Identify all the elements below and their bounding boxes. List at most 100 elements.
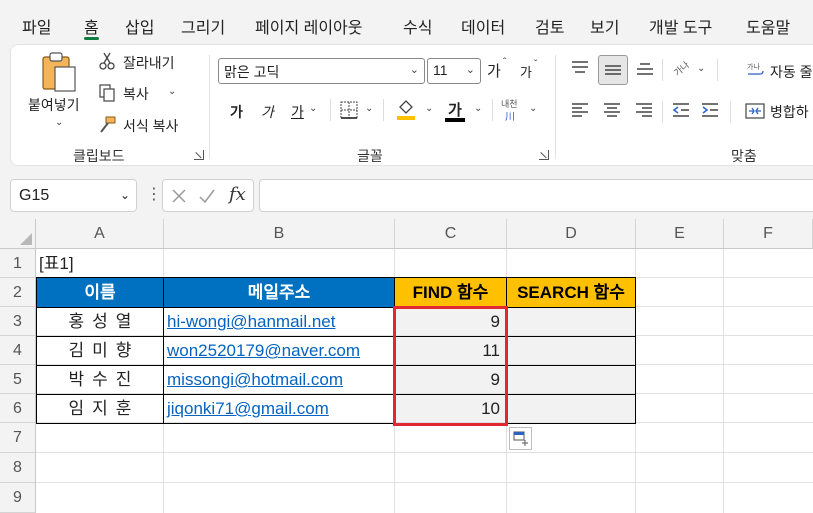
cell-name[interactable]: 홍성열 <box>37 307 163 336</box>
underline-chevron-icon[interactable]: ⌄ <box>309 103 317 114</box>
menu-formulas[interactable]: 수식 <box>403 14 432 38</box>
name-box-value: G15 <box>19 187 50 204</box>
insert-function-icon[interactable]: fx <box>229 184 246 205</box>
shrink-font-button[interactable]: 가 <box>520 62 532 81</box>
caret-down-icon: ˇ <box>534 59 538 70</box>
merge-center-button[interactable]: 병합하 <box>770 102 809 122</box>
align-top-icon[interactable] <box>569 57 591 79</box>
row-header-5[interactable]: 5 <box>0 365 36 394</box>
cell-a1[interactable]: [표1] <box>39 249 74 278</box>
align-center-icon[interactable] <box>601 99 623 121</box>
ribbon: 붙여넣기 ⌄ 잘라내기 복사 ⌄ 서식 복사 클립보드 맑은 고딕 ⌄ 11 ⌄… <box>10 44 813 166</box>
copy-button[interactable]: 복사 <box>123 84 149 104</box>
row-header-2[interactable]: 2 <box>0 278 36 307</box>
spreadsheet-grid: A B C D E F 1 2 3 4 5 6 7 8 9 [표1] 이름 메일… <box>0 219 813 513</box>
clipboard-launcher-icon[interactable] <box>194 150 204 160</box>
underline-button[interactable]: 가 <box>291 102 304 122</box>
decrease-indent-icon[interactable] <box>670 99 692 121</box>
cell-search[interactable] <box>507 307 635 335</box>
menu-view[interactable]: 보기 <box>590 14 619 38</box>
column-header-c[interactable]: C <box>395 219 507 249</box>
format-painter-button[interactable]: 서식 복사 <box>123 116 178 136</box>
cell-search[interactable] <box>507 336 635 364</box>
grow-font-button[interactable]: 가 <box>487 60 501 81</box>
increase-indent-icon[interactable] <box>699 99 721 121</box>
grid-line <box>723 249 724 513</box>
align-bottom-icon[interactable] <box>634 57 656 79</box>
menu-home[interactable]: 홈 <box>84 14 99 40</box>
row-header-9[interactable]: 9 <box>0 483 36 513</box>
font-color-chevron-icon[interactable]: ⌄ <box>474 103 482 114</box>
row-header-1[interactable]: 1 <box>0 249 36 278</box>
row-header-4[interactable]: 4 <box>0 336 36 365</box>
cell-search[interactable] <box>507 394 635 422</box>
wrap-text-icon[interactable]: 가나 <box>744 59 766 81</box>
column-header-b[interactable]: B <box>164 219 395 249</box>
paste-icon[interactable] <box>39 51 79 93</box>
font-name-select[interactable]: 맑은 고딕 ⌄ <box>218 58 425 84</box>
copy-chevron-icon[interactable]: ⌄ <box>168 86 176 97</box>
cell-name[interactable]: 김미향 <box>37 336 163 365</box>
format-painter-icon[interactable] <box>97 115 117 135</box>
select-all-button[interactable] <box>0 219 36 249</box>
email-link[interactable]: jiqonki71@gmail.com <box>164 394 394 423</box>
align-middle-icon[interactable] <box>598 55 628 85</box>
font-launcher-icon[interactable] <box>539 150 549 160</box>
fill-color-chevron-icon[interactable]: ⌄ <box>425 103 433 114</box>
email-link[interactable]: hi-wongi@hanmail.net <box>164 307 394 336</box>
italic-button[interactable]: 가 <box>261 102 274 122</box>
row-header-3[interactable]: 3 <box>0 307 36 336</box>
row-header-7[interactable]: 7 <box>0 423 36 453</box>
confirm-entry-icon[interactable] <box>197 186 217 206</box>
formula-input[interactable] <box>259 179 813 212</box>
align-left-icon[interactable] <box>569 99 591 121</box>
wrap-text-button[interactable]: 자동 줄 <box>770 62 813 82</box>
menu-page-layout[interactable]: 페이지 레이아웃 <box>255 14 363 38</box>
header-find[interactable]: FIND 함수 <box>395 278 506 307</box>
copy-icon[interactable] <box>97 83 117 103</box>
phonetic-sub-glyph: 川 <box>505 112 515 123</box>
table-border <box>36 336 636 337</box>
column-header-f[interactable]: F <box>724 219 813 249</box>
cell-name[interactable]: 박수진 <box>37 365 163 394</box>
menu-help[interactable]: 도움말 <box>746 14 790 38</box>
cell-search[interactable] <box>507 365 635 393</box>
header-search[interactable]: SEARCH 함수 <box>507 278 635 307</box>
email-link[interactable]: missongi@hotmail.com <box>164 365 394 394</box>
menu-file[interactable]: 파일 <box>22 14 51 38</box>
paste-chevron-icon[interactable]: ⌄ <box>55 117 63 128</box>
more-options-icon[interactable]: ⋮ <box>146 184 162 204</box>
font-color-button[interactable]: 가 <box>448 99 462 120</box>
menu-review[interactable]: 검토 <box>535 14 564 38</box>
paste-options-icon[interactable] <box>509 427 532 450</box>
column-header-a[interactable]: A <box>36 219 164 249</box>
svg-text:가나: 가나 <box>747 62 760 71</box>
email-link[interactable]: won2520179@naver.com <box>164 336 394 365</box>
header-name[interactable]: 이름 <box>37 278 163 307</box>
bold-button[interactable]: 가 <box>230 102 243 122</box>
orientation-chevron-icon[interactable]: ⌄ <box>697 63 705 74</box>
cut-button[interactable]: 잘라내기 <box>123 53 175 73</box>
row-header-6[interactable]: 6 <box>0 394 36 423</box>
menu-developer[interactable]: 개발 도구 <box>649 14 712 38</box>
cell-name[interactable]: 임지훈 <box>37 394 163 423</box>
orientation-icon[interactable]: 가나 <box>670 57 692 79</box>
borders-chevron-icon[interactable]: ⌄ <box>365 103 373 114</box>
fill-color-icon[interactable] <box>395 97 417 121</box>
merge-center-icon[interactable] <box>744 100 766 122</box>
scissors-icon[interactable] <box>97 51 117 71</box>
cancel-entry-icon[interactable] <box>169 186 189 206</box>
align-right-icon[interactable] <box>633 99 655 121</box>
menu-insert[interactable]: 삽입 <box>125 14 154 38</box>
menu-draw[interactable]: 그리기 <box>181 14 225 38</box>
phonetic-chevron-icon[interactable]: ⌄ <box>529 103 537 114</box>
font-size-select[interactable]: 11 ⌄ <box>427 58 481 84</box>
column-header-e[interactable]: E <box>636 219 724 249</box>
borders-icon[interactable] <box>338 99 360 121</box>
row-header-8[interactable]: 8 <box>0 453 36 483</box>
column-header-d[interactable]: D <box>507 219 636 249</box>
header-email[interactable]: 메일주소 <box>164 278 394 307</box>
paste-label[interactable]: 붙여넣기 <box>28 95 80 115</box>
name-box[interactable]: G15 ⌄ <box>10 179 137 212</box>
menu-data[interactable]: 데이터 <box>461 14 505 38</box>
